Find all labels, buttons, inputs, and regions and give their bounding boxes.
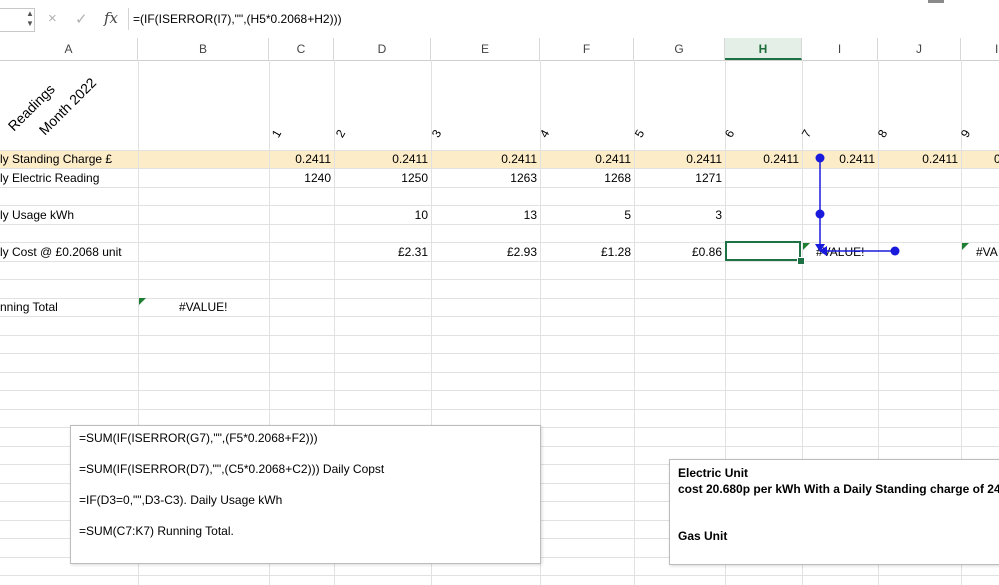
column-headers: A B C D E F G H I J I (0, 38, 999, 61)
column-header-a[interactable]: A (0, 38, 138, 60)
formula-input[interactable]: =(IF(ISERROR(I7),"",(H5*0.2068+H2))) (128, 8, 999, 30)
worksheet-grid[interactable]: eter Readings Month 2022 1 2 3 4 5 6 7 8… (0, 60, 999, 585)
column-header-f[interactable]: F (540, 38, 634, 60)
electric-unit-title: Electric Unit (678, 466, 749, 480)
trace-arrow-dot (890, 246, 900, 256)
column-header-d[interactable]: D (334, 38, 431, 60)
trace-arrow-dot (815, 153, 825, 163)
column-header-c[interactable]: C (269, 38, 334, 60)
column-header-i[interactable]: I (802, 38, 878, 60)
column-header-k[interactable]: I (961, 38, 999, 60)
trace-arrow-dot (815, 209, 825, 219)
enter-icon[interactable]: ✓ (75, 10, 88, 28)
note-formula-line: =SUM(IF(ISERROR(G7),"",(F5*0.2068+F2))) (79, 431, 318, 445)
note-formula-line: =SUM(IF(ISERROR(D7),"",(C5*0.2068+C2))) … (79, 462, 385, 476)
formula-bar: ▲ ▼ × ✓ fx =(IF(ISERROR(I7),"",(H5*0.2068… (0, 0, 999, 39)
toolbar-fragment (928, 0, 944, 3)
name-box-spinner-icon[interactable]: ▲ ▼ (26, 9, 34, 29)
insert-function-icon[interactable]: fx (104, 9, 118, 27)
column-header-b[interactable]: B (138, 38, 269, 60)
note-formula-line: =SUM(C7:K7) Running Total. (79, 524, 234, 538)
formula-notes-textbox[interactable]: =SUM(IF(ISERROR(G7),"",(F5*0.2068+F2))) … (70, 425, 541, 564)
column-header-g[interactable]: G (634, 38, 725, 60)
cancel-icon[interactable]: × (48, 10, 57, 27)
note-formula-line: =IF(D3=0,"",D3-C3). Daily Usage kWh (79, 493, 283, 507)
electric-unit-cost: cost 20.680p per kWh With a Daily Standi… (678, 482, 999, 496)
column-header-j[interactable]: J (878, 38, 961, 60)
gas-unit-label: Gas Unit (678, 529, 728, 543)
unit-info-textbox[interactable]: Electric Unit cost 20.680p per kWh With … (669, 459, 999, 565)
column-header-h[interactable]: H (725, 38, 802, 60)
column-header-e[interactable]: E (431, 38, 540, 60)
